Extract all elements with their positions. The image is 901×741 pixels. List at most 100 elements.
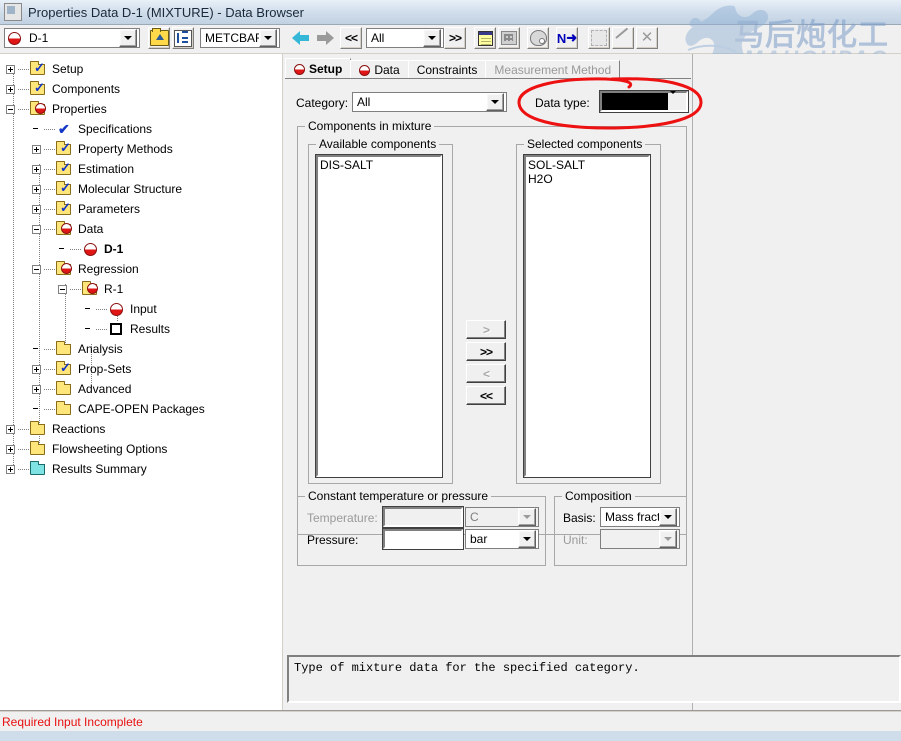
redacted-value-overlay — [602, 93, 668, 110]
chevron-down-icon[interactable] — [518, 530, 536, 548]
basis-label: Basis: — [563, 511, 596, 525]
next-input-button[interactable]: >> — [444, 27, 466, 49]
sidebar-item-advanced[interactable]: Advanced — [0, 379, 282, 399]
selected-components-listbox[interactable]: SOL-SALT H2O — [523, 154, 651, 478]
sidebar-item-results[interactable]: Results — [0, 319, 282, 339]
sidebar-item-reactions[interactable]: Reactions — [0, 419, 282, 439]
chevron-down-icon[interactable] — [659, 508, 677, 526]
expander-plus-icon[interactable] — [32, 384, 41, 394]
chevron-down-icon[interactable] — [423, 29, 441, 47]
expander-plus-icon[interactable] — [32, 184, 41, 194]
chevron-down-icon[interactable] — [119, 29, 137, 47]
tab-constraints[interactable]: Constraints — [407, 60, 487, 79]
list-item[interactable]: H2O — [528, 172, 648, 186]
pressure-field[interactable] — [382, 528, 464, 550]
sidebar-item-label: CAPE-OPEN Packages — [78, 402, 205, 416]
sidebar-item-label: Property Methods — [78, 142, 173, 156]
forward-button[interactable] — [314, 27, 336, 49]
expander-plus-icon[interactable] — [6, 464, 15, 474]
tree-view-button[interactable] — [172, 27, 194, 49]
tree-connector — [70, 288, 82, 290]
expander-minus-icon[interactable] — [58, 284, 67, 294]
expander-plus-icon[interactable] — [32, 204, 41, 214]
sidebar-item-parameters[interactable]: ✓ Parameters — [0, 199, 282, 219]
sidebar-item-estimation[interactable]: ✓ Estimation — [0, 159, 282, 179]
sidebar-item-properties[interactable]: Properties — [0, 99, 282, 119]
view-combo[interactable]: METCBAR — [200, 28, 280, 48]
parent-folder-button[interactable] — [148, 27, 170, 49]
expander-plus-icon[interactable] — [32, 164, 41, 174]
sidebar-item-analysis[interactable]: Analysis — [0, 339, 282, 359]
copy-button[interactable] — [588, 27, 610, 49]
sidebar-item-molecular-structure[interactable]: ✓ Molecular Structure — [0, 179, 282, 199]
palette-icon — [529, 30, 547, 46]
sidebar-item-label: Setup — [52, 62, 84, 76]
tab-data[interactable]: Data — [350, 60, 409, 79]
sidebar-item-results-summary[interactable]: Results Summary — [0, 459, 282, 479]
expander-minus-icon[interactable] — [32, 224, 41, 234]
previous-input-button[interactable]: << — [340, 27, 362, 49]
folder-icon — [56, 401, 73, 416]
move-all-right-button[interactable]: >> — [466, 342, 506, 361]
chevron-down-icon[interactable] — [669, 89, 685, 110]
expander-minus-icon[interactable] — [32, 264, 41, 274]
pressure-label: Pressure: — [307, 533, 359, 547]
sidebar-item-specifications[interactable]: ✔ Specifications — [0, 119, 282, 139]
plot-wizard-button[interactable] — [527, 27, 549, 49]
folder-check-icon: ✓ — [56, 161, 73, 176]
tab-setup[interactable]: Setup — [285, 58, 352, 79]
folder-check-icon: ✓ — [56, 361, 73, 376]
sidebar-item-label: Reactions — [52, 422, 106, 436]
expander-plus-icon[interactable] — [6, 424, 15, 434]
title-bar: Properties Data D-1 (MIXTURE) - Data Bro… — [0, 0, 901, 25]
sidebar-item-property-methods[interactable]: ✓ Property Methods — [0, 139, 282, 159]
expander-plus-icon[interactable] — [32, 364, 41, 374]
sidebar-item-prop-sets[interactable]: ✓ Prop-Sets — [0, 359, 282, 379]
toolbar: D-1 METCBAR << All >> N ➜ ✕ — [0, 25, 901, 54]
tree-list-icon — [174, 29, 192, 47]
tree-connector — [44, 368, 56, 370]
pressure-unit-combo[interactable]: bar — [465, 529, 539, 549]
sidebar-item-d-1[interactable]: D-1 — [0, 239, 282, 259]
results-button[interactable] — [498, 27, 520, 49]
delete-button[interactable]: ✕ — [636, 27, 658, 49]
expander-plus-icon[interactable] — [6, 64, 15, 74]
expander-plus-icon[interactable] — [32, 144, 41, 154]
chevron-down-icon[interactable] — [259, 29, 277, 47]
expander-plus-icon[interactable] — [6, 444, 15, 454]
data-type-combo[interactable] — [599, 89, 689, 113]
move-all-left-button[interactable]: << — [466, 386, 506, 405]
sidebar-item-regression[interactable]: Regression — [0, 259, 282, 279]
object-combo[interactable]: D-1 — [4, 28, 140, 48]
double-right-icon: >> — [448, 31, 462, 45]
category-combo-value: All — [357, 95, 371, 109]
navigation-tree[interactable]: ✓ Setup ✓ Components Properties ✔ Specif… — [0, 54, 283, 710]
note-icon — [477, 30, 493, 46]
expander-minus-icon[interactable] — [6, 104, 15, 114]
filter-combo[interactable]: All — [366, 28, 444, 48]
sidebar-item-setup[interactable]: ✓ Setup — [0, 59, 282, 79]
available-components-listbox[interactable]: DIS-SALT — [315, 154, 443, 478]
category-combo[interactable]: All — [352, 92, 507, 112]
sidebar-item-flowsheeting-options[interactable]: Flowsheeting Options — [0, 439, 282, 459]
sidebar-item-label: Results Summary — [52, 462, 147, 476]
input-summary-button[interactable] — [474, 27, 496, 49]
sidebar-item-components[interactable]: ✓ Components — [0, 79, 282, 99]
folder-circle-icon — [56, 261, 73, 276]
sidebar-item-label: Prop-Sets — [78, 362, 132, 376]
expander-plus-icon[interactable] — [6, 84, 15, 94]
list-item[interactable]: DIS-SALT — [320, 158, 440, 172]
sidebar-item-r-1[interactable]: R-1 — [0, 279, 282, 299]
sidebar-item-input[interactable]: Input — [0, 299, 282, 319]
chevron-down-icon[interactable] — [486, 93, 504, 111]
back-button[interactable] — [290, 27, 312, 49]
sidebar-item-data[interactable]: Data — [0, 219, 282, 239]
list-item[interactable]: SOL-SALT — [528, 158, 648, 172]
edit-button[interactable] — [612, 27, 634, 49]
filter-combo-value: All — [371, 31, 385, 45]
folder-circle-icon — [82, 281, 99, 296]
basis-combo[interactable]: Mass fraction — [600, 507, 680, 527]
window-title: Properties Data D-1 (MIXTURE) - Data Bro… — [28, 4, 304, 20]
next-button[interactable]: N ➜ — [556, 27, 578, 49]
sidebar-item-cape-open-packages[interactable]: CAPE-OPEN Packages — [0, 399, 282, 419]
